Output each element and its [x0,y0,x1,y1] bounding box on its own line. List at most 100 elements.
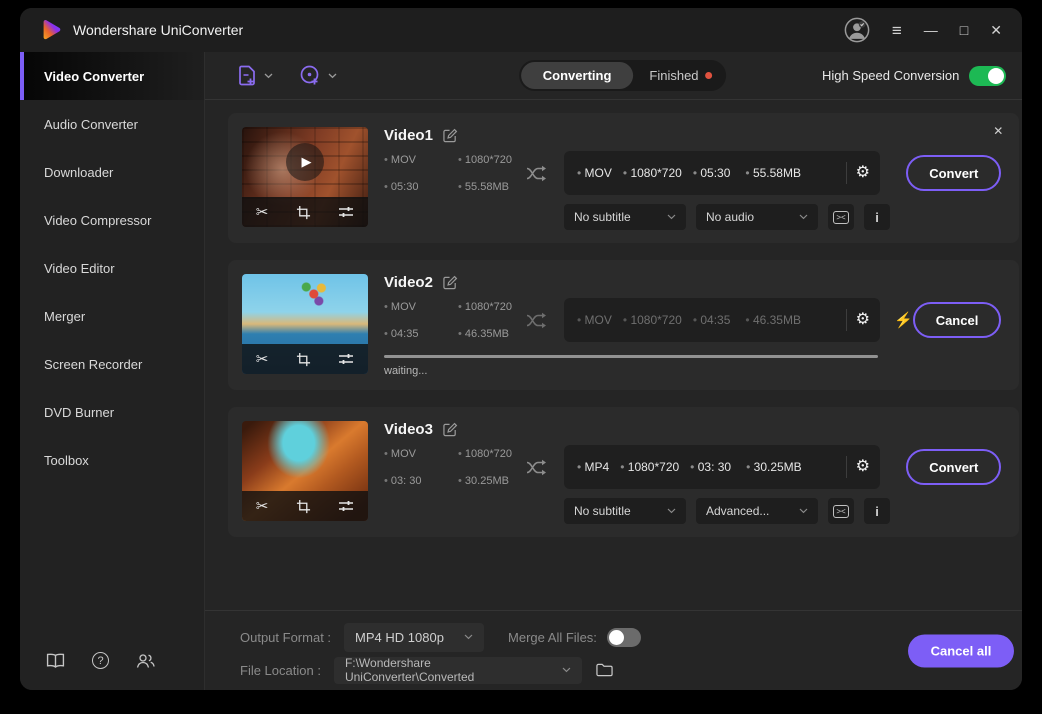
video-thumbnail[interactable]: ✂ [242,274,368,374]
output-info: MP4 1080*720 03: 30 30.25MB ⚙ [564,445,880,489]
convert-button[interactable]: Convert [906,449,1001,485]
account-avatar[interactable] [844,17,870,43]
sidebar-item-downloader[interactable]: Downloader [20,148,204,196]
close-button[interactable]: ✕ [990,23,1002,37]
cancel-all-button[interactable]: Cancel all [908,634,1015,667]
source-info: MOV 1080*720 05:30 55.58MB [384,154,524,193]
convert-button[interactable]: Convert [906,155,1001,191]
maximize-button[interactable]: □ [960,23,968,37]
file-location-dropdown[interactable]: F:\Wondershare UniConverter\Converted [334,657,582,684]
trim-icon[interactable]: ✂ [256,497,269,515]
sidebar-item-dvd-burner[interactable]: DVD Burner [20,388,204,436]
audio-dropdown[interactable]: No audio [696,204,818,230]
tab-finished[interactable]: Finished [633,68,724,83]
compress-button[interactable]: >< [828,204,854,230]
sidebar-item-video-editor[interactable]: Video Editor [20,244,204,292]
guide-book-icon[interactable] [46,651,65,670]
settings-gear-icon[interactable]: ⚙ [856,312,870,328]
chevron-down-icon [562,667,571,673]
subtitle-dropdown[interactable]: No subtitle [564,204,686,230]
audio-dropdown[interactable]: Advanced... [696,498,818,524]
chevron-down-icon [799,508,808,514]
toolbar: Converting Finished High Speed Conversio… [205,52,1022,100]
chevron-down-icon [667,508,676,514]
effects-icon[interactable] [338,499,354,513]
task-row-video1: ▶ ✂ Video1 [228,113,1019,243]
crop-icon[interactable] [296,352,311,367]
task-list: ▶ ✂ Video1 [205,100,1022,610]
sidebar-item-video-compressor[interactable]: Video Compressor [20,196,204,244]
progress-bar [384,355,878,358]
video-thumbnail[interactable]: ▶ ✂ [242,127,368,227]
shuffle-icon [526,312,552,329]
sidebar-item-merger[interactable]: Merger [20,292,204,340]
video-thumbnail[interactable]: ✂ [242,421,368,521]
sidebar: Video Converter Audio Converter Download… [20,52,205,690]
app-window: Wondershare UniConverter ≡ — □ ✕ Video C… [20,8,1022,690]
info-button[interactable]: i [864,498,890,524]
task-row-video2: ✂ Video2 MOV 1080*72 [228,260,1019,390]
output-format-label: Output Format : [240,630,331,645]
add-disc-icon [299,64,322,87]
chevron-down-icon [799,214,808,220]
sidebar-item-toolbox[interactable]: Toolbox [20,436,204,484]
effects-icon[interactable] [338,205,354,219]
contact-us-icon[interactable] [136,651,155,670]
chevron-down-icon [667,214,676,220]
crop-icon[interactable] [296,205,311,220]
chevron-down-icon [328,73,337,79]
file-location-label: File Location : [240,663,321,678]
crop-icon[interactable] [296,499,311,514]
chevron-down-icon [464,634,473,640]
output-info: MOV 1080*720 05:30 55.58MB ⚙ [564,151,880,195]
video-title: Video3 [384,421,433,438]
output-info: MOV 1080*720 04:35 46.35MB ⚙ [564,298,880,342]
help-icon[interactable]: ? [91,651,110,670]
high-speed-label: High Speed Conversion [822,68,959,83]
sidebar-item-audio-converter[interactable]: Audio Converter [20,100,204,148]
sidebar-item-video-converter[interactable]: Video Converter [20,52,204,100]
edit-name-icon[interactable] [443,422,458,437]
tab-converting[interactable]: Converting [521,62,634,89]
output-format-dropdown[interactable]: MP4 HD 1080p [344,623,484,652]
source-info: MOV 1080*720 03: 30 30.25MB [384,448,524,487]
finished-badge [706,72,713,79]
load-dvd-button[interactable] [299,64,337,87]
edit-name-icon[interactable] [443,275,458,290]
info-button[interactable]: i [864,204,890,230]
shuffle-icon [526,459,552,476]
settings-gear-icon[interactable]: ⚙ [856,459,870,475]
play-icon[interactable]: ▶ [286,143,324,181]
add-file-icon [237,64,258,87]
video-title: Video2 [384,274,433,291]
menu-button[interactable]: ≡ [892,22,902,39]
merge-all-files-label: Merge All Files: [508,630,597,645]
compress-button[interactable]: >< [828,498,854,524]
cancel-button[interactable]: Cancel [913,302,1002,338]
trim-icon[interactable]: ✂ [256,350,269,368]
titlebar: Wondershare UniConverter ≡ — □ ✕ [20,8,1022,52]
task-row-video3: ✂ Video3 MOV 1080*72 [228,407,1019,537]
status-text: waiting... [384,365,1005,377]
video-title: Video1 [384,127,433,144]
source-info: MOV 1080*720 04:35 46.35MB [384,301,524,340]
sidebar-item-screen-recorder[interactable]: Screen Recorder [20,340,204,388]
high-speed-icon: ⚡ [894,311,913,329]
open-folder-icon[interactable] [596,663,613,677]
app-logo-icon [38,18,62,42]
shuffle-icon [526,165,552,182]
add-files-button[interactable] [237,64,273,87]
subtitle-dropdown[interactable]: No subtitle [564,498,686,524]
status-tabs: Converting Finished [519,60,727,91]
edit-name-icon[interactable] [443,128,458,143]
settings-gear-icon[interactable]: ⚙ [856,165,870,181]
minimize-button[interactable]: — [924,23,938,37]
app-title: Wondershare UniConverter [73,22,243,38]
chevron-down-icon [264,73,273,79]
high-speed-toggle[interactable] [969,66,1006,86]
trim-icon[interactable]: ✂ [256,203,269,221]
output-settings-bar: Output Format : MP4 HD 1080p Merge All F… [205,610,1022,690]
effects-icon[interactable] [338,352,354,366]
merge-toggle[interactable] [607,628,641,647]
remove-task-icon[interactable]: ✕ [993,124,1003,138]
